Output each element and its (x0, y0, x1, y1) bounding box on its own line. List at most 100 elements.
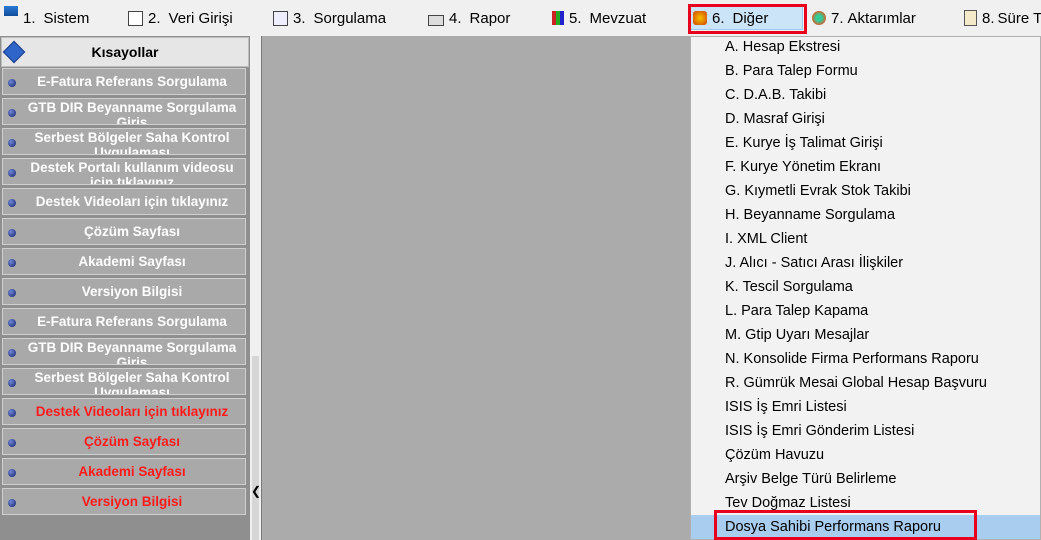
menu-num: 2. (148, 9, 161, 27)
shortcut-label: Akademi Sayfası (78, 464, 186, 479)
shortcut-item[interactable]: Serbest Bölgeler Saha Kontrol Uygulaması (2, 368, 246, 395)
bullet-icon (8, 199, 16, 207)
dropdown-item[interactable]: N. Konsolide Firma Performans Raporu (691, 347, 1040, 371)
menu-num: 1. (23, 9, 36, 27)
data-entry-icon (128, 10, 143, 26)
bullet-icon (8, 289, 16, 297)
menu-label: Rapor (469, 9, 511, 27)
menu-sure[interactable]: 8. Süre Ta (964, 6, 1041, 30)
dropdown-item[interactable]: ISIS İş Emri Gönderim Listesi (691, 419, 1040, 443)
shortcuts-panel: Kısayollar E-Fatura Referans Sorgulama GT… (0, 36, 250, 540)
shortcut-label: Çözüm Sayfası (83, 434, 181, 449)
bullet-icon (8, 109, 16, 117)
dropdown-item[interactable]: J. Alıcı - Satıcı Arası İlişkiler (691, 251, 1040, 275)
dropdown-item[interactable]: C. D.A.B. Takibi (691, 83, 1040, 107)
menu-bar: 1. Sistem 2. Veri Girişi 3. Sorgulama 4.… (0, 0, 1041, 36)
dropdown-item[interactable]: B. Para Talep Formu (691, 59, 1040, 83)
shortcut-item[interactable]: Versiyon Bilgisi (2, 488, 246, 515)
dropdown-item[interactable]: I. XML Client (691, 227, 1040, 251)
query-icon (273, 10, 288, 26)
menu-mevzuat[interactable]: 5. Mevzuat (552, 6, 646, 30)
shortcut-item[interactable]: E-Fatura Referans Sorgulama (2, 308, 246, 335)
diger-dropdown-menu: A. Hesap Ekstresi B. Para Talep Formu C. D… (690, 36, 1041, 540)
shortcut-item[interactable]: Versiyon Bilgisi (2, 278, 246, 305)
dropdown-item[interactable]: Çözüm Havuzu (691, 443, 1040, 467)
shortcut-label: Destek Videoları için tıklayınız (35, 404, 229, 419)
books-icon (552, 11, 564, 25)
shortcut-label: Akademi Sayfası (78, 254, 186, 269)
shortcut-label: Versiyon Bilgisi (81, 494, 183, 509)
dropdown-item[interactable]: R. Gümrük Mesai Global Hesap Başvuru (691, 371, 1040, 395)
menu-num: 8. (982, 9, 995, 27)
printer-icon (428, 14, 444, 26)
dropdown-item[interactable]: Arşiv Belge Türü Belirleme (691, 467, 1040, 491)
shortcut-label: GTB DIR Beyanname Sorgulama Giriş (27, 340, 237, 365)
bullet-icon (8, 319, 16, 327)
main-workspace (261, 36, 692, 540)
shortcut-label: Serbest Bölgeler Saha Kontrol Uygulaması (34, 130, 230, 155)
dropdown-item[interactable]: E. Kurye İş Talimat Girişi (691, 131, 1040, 155)
shortcut-item[interactable]: GTB DIR Beyanname Sorgulama Giriş (2, 338, 246, 365)
shortcut-item[interactable]: E-Fatura Referans Sorgulama (2, 68, 246, 95)
bullet-icon (8, 259, 16, 267)
menu-label: Süre Ta (997, 9, 1041, 27)
shortcut-item[interactable]: Serbest Bölgeler Saha Kontrol Uygulaması (2, 128, 246, 155)
menu-label: Veri Girişi (168, 9, 233, 27)
dropdown-item[interactable]: L. Para Talep Kapama (691, 299, 1040, 323)
menu-rapor[interactable]: 4. Rapor (428, 6, 510, 30)
shortcut-label: E-Fatura Referans Sorgulama (37, 74, 227, 89)
menu-veri-girisi[interactable]: 2. Veri Girişi (128, 6, 233, 30)
menu-label: Sorgulama (313, 9, 387, 27)
bullet-icon (8, 499, 16, 507)
shortcut-label: GTB DIR Beyanname Sorgulama Giriş (27, 100, 237, 125)
dropdown-item[interactable]: M. Gtip Uyarı Mesajlar (691, 323, 1040, 347)
shortcut-item[interactable]: Çözüm Sayfası (2, 428, 246, 455)
menu-label: Mevzuat (589, 9, 647, 27)
dropdown-item[interactable]: A. Hesap Ekstresi (691, 35, 1040, 59)
shortcut-label: Destek Videoları için tıklayınız (35, 194, 229, 209)
menu-label: Aktarımlar (847, 9, 916, 27)
dropdown-item[interactable]: K. Tescil Sorgulama (691, 275, 1040, 299)
shortcut-item[interactable]: Destek Videoları için tıklayınız (2, 188, 246, 215)
bullet-icon (8, 79, 16, 87)
shortcut-item[interactable]: Destek Portalı kullanım videosu için tık… (2, 158, 246, 185)
shortcut-label: Çözüm Sayfası (83, 224, 181, 239)
menu-label: Sistem (43, 9, 90, 27)
shortcuts-header: Kısayollar (1, 37, 249, 67)
dropdown-item[interactable]: F. Kurye Yönetim Ekranı (691, 155, 1040, 179)
shortcut-item[interactable]: Akademi Sayfası (2, 248, 246, 275)
scrollbar-thumb[interactable] (252, 356, 259, 540)
bullet-icon (8, 169, 16, 177)
collapse-arrow-icon[interactable]: ❮ (251, 484, 261, 498)
menu-sistem[interactable]: 1. Sistem (4, 6, 89, 30)
bullet-icon (8, 229, 16, 237)
menu-sorgulama[interactable]: 3. Sorgulama (273, 6, 386, 30)
system-app-icon (4, 6, 18, 16)
dropdown-item[interactable]: G. Kıymetli Evrak Stok Takibi (691, 179, 1040, 203)
transfer-gear-icon (812, 11, 826, 25)
clipboard-icon (964, 10, 977, 26)
item-highlight-box (714, 510, 977, 540)
shortcut-label: E-Fatura Referans Sorgulama (37, 314, 227, 329)
bullet-icon (8, 469, 16, 477)
shortcut-item[interactable]: Destek Videoları için tıklayınız (2, 398, 246, 425)
shortcut-item[interactable]: GTB DIR Beyanname Sorgulama Giriş (2, 98, 246, 125)
dropdown-item[interactable]: D. Masraf Girişi (691, 107, 1040, 131)
dropdown-item[interactable]: ISIS İş Emri Listesi (691, 395, 1040, 419)
menu-aktarimlar[interactable]: 7. Aktarımlar (812, 6, 916, 30)
shortcuts-title: Kısayollar (91, 44, 159, 60)
bullet-icon (8, 379, 16, 387)
menu-highlight-box (688, 4, 807, 34)
bullet-icon (8, 349, 16, 357)
shortcut-item[interactable]: Akademi Sayfası (2, 458, 246, 485)
menu-num: 7. (831, 9, 844, 27)
dropdown-item[interactable]: H. Beyanname Sorgulama (691, 203, 1040, 227)
panel-scrollbar[interactable]: ❮ (250, 36, 261, 540)
bullet-icon (8, 439, 16, 447)
shortcut-item[interactable]: Çözüm Sayfası (2, 218, 246, 245)
info-diamond-icon (2, 40, 26, 64)
bullet-icon (8, 139, 16, 147)
bullet-icon (8, 409, 16, 417)
menu-num: 5. (569, 9, 582, 27)
menu-num: 4. (449, 9, 462, 27)
